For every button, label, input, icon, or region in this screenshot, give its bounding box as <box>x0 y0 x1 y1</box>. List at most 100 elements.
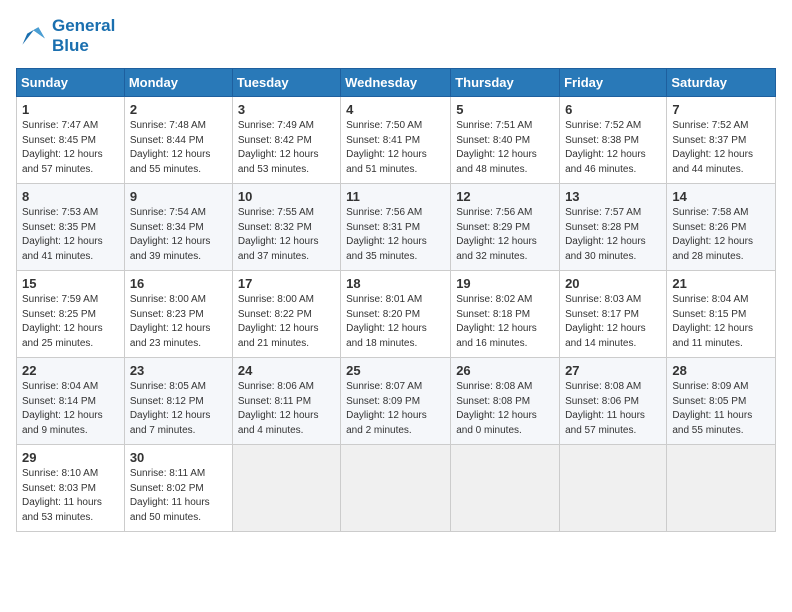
calendar-cell: 30 Sunrise: 8:11 AMSunset: 8:02 PMDaylig… <box>124 445 232 532</box>
calendar-cell: 22 Sunrise: 8:04 AMSunset: 8:14 PMDaylig… <box>17 358 125 445</box>
day-number: 17 <box>238 276 335 291</box>
day-number: 29 <box>22 450 119 465</box>
day-info: Sunrise: 7:53 AMSunset: 8:35 PMDaylight:… <box>22 207 103 262</box>
day-info: Sunrise: 8:10 AMSunset: 8:03 PMDaylight:… <box>22 468 102 523</box>
day-info: Sunrise: 8:02 AMSunset: 8:18 PMDaylight:… <box>456 294 537 349</box>
day-number: 9 <box>130 189 227 204</box>
day-info: Sunrise: 7:55 AMSunset: 8:32 PMDaylight:… <box>238 207 319 262</box>
calendar-cell: 21 Sunrise: 8:04 AMSunset: 8:15 PMDaylig… <box>667 271 776 358</box>
day-info: Sunrise: 8:04 AMSunset: 8:14 PMDaylight:… <box>22 381 103 436</box>
day-number: 21 <box>672 276 770 291</box>
day-info: Sunrise: 7:50 AMSunset: 8:41 PMDaylight:… <box>346 120 427 175</box>
calendar-cell: 23 Sunrise: 8:05 AMSunset: 8:12 PMDaylig… <box>124 358 232 445</box>
day-info: Sunrise: 8:01 AMSunset: 8:20 PMDaylight:… <box>346 294 427 349</box>
day-number: 1 <box>22 102 119 117</box>
calendar-week-row: 1 Sunrise: 7:47 AMSunset: 8:45 PMDayligh… <box>17 97 776 184</box>
day-info: Sunrise: 7:58 AMSunset: 8:26 PMDaylight:… <box>672 207 753 262</box>
calendar-week-row: 8 Sunrise: 7:53 AMSunset: 8:35 PMDayligh… <box>17 184 776 271</box>
calendar-cell: 14 Sunrise: 7:58 AMSunset: 8:26 PMDaylig… <box>667 184 776 271</box>
day-number: 5 <box>456 102 554 117</box>
day-info: Sunrise: 8:06 AMSunset: 8:11 PMDaylight:… <box>238 381 319 436</box>
day-info: Sunrise: 7:59 AMSunset: 8:25 PMDaylight:… <box>22 294 103 349</box>
day-number: 26 <box>456 363 554 378</box>
day-info: Sunrise: 8:08 AMSunset: 8:06 PMDaylight:… <box>565 381 645 436</box>
day-info: Sunrise: 7:51 AMSunset: 8:40 PMDaylight:… <box>456 120 537 175</box>
day-number: 15 <box>22 276 119 291</box>
calendar-cell: 8 Sunrise: 7:53 AMSunset: 8:35 PMDayligh… <box>17 184 125 271</box>
calendar-weekday-header: Monday <box>124 69 232 97</box>
day-number: 25 <box>346 363 445 378</box>
calendar-cell: 15 Sunrise: 7:59 AMSunset: 8:25 PMDaylig… <box>17 271 125 358</box>
day-info: Sunrise: 8:03 AMSunset: 8:17 PMDaylight:… <box>565 294 646 349</box>
calendar-cell: 7 Sunrise: 7:52 AMSunset: 8:37 PMDayligh… <box>667 97 776 184</box>
calendar-cell: 11 Sunrise: 7:56 AMSunset: 8:31 PMDaylig… <box>341 184 451 271</box>
calendar-cell <box>560 445 667 532</box>
calendar-header-row: SundayMondayTuesdayWednesdayThursdayFrid… <box>17 69 776 97</box>
calendar-cell: 18 Sunrise: 8:01 AMSunset: 8:20 PMDaylig… <box>341 271 451 358</box>
day-info: Sunrise: 8:08 AMSunset: 8:08 PMDaylight:… <box>456 381 537 436</box>
calendar-cell: 28 Sunrise: 8:09 AMSunset: 8:05 PMDaylig… <box>667 358 776 445</box>
day-number: 8 <box>22 189 119 204</box>
calendar-cell: 9 Sunrise: 7:54 AMSunset: 8:34 PMDayligh… <box>124 184 232 271</box>
calendar-cell: 26 Sunrise: 8:08 AMSunset: 8:08 PMDaylig… <box>451 358 560 445</box>
calendar-cell: 29 Sunrise: 8:10 AMSunset: 8:03 PMDaylig… <box>17 445 125 532</box>
calendar-cell: 24 Sunrise: 8:06 AMSunset: 8:11 PMDaylig… <box>232 358 340 445</box>
calendar-cell <box>232 445 340 532</box>
day-number: 4 <box>346 102 445 117</box>
day-info: Sunrise: 7:56 AMSunset: 8:29 PMDaylight:… <box>456 207 537 262</box>
calendar-cell <box>667 445 776 532</box>
calendar-cell: 16 Sunrise: 8:00 AMSunset: 8:23 PMDaylig… <box>124 271 232 358</box>
calendar-week-row: 15 Sunrise: 7:59 AMSunset: 8:25 PMDaylig… <box>17 271 776 358</box>
calendar-cell: 6 Sunrise: 7:52 AMSunset: 8:38 PMDayligh… <box>560 97 667 184</box>
day-number: 11 <box>346 189 445 204</box>
day-info: Sunrise: 7:48 AMSunset: 8:44 PMDaylight:… <box>130 120 211 175</box>
day-info: Sunrise: 7:49 AMSunset: 8:42 PMDaylight:… <box>238 120 319 175</box>
day-info: Sunrise: 7:52 AMSunset: 8:38 PMDaylight:… <box>565 120 646 175</box>
calendar-cell: 1 Sunrise: 7:47 AMSunset: 8:45 PMDayligh… <box>17 97 125 184</box>
calendar-cell: 13 Sunrise: 7:57 AMSunset: 8:28 PMDaylig… <box>560 184 667 271</box>
day-info: Sunrise: 8:11 AMSunset: 8:02 PMDaylight:… <box>130 468 210 523</box>
calendar-cell: 25 Sunrise: 8:07 AMSunset: 8:09 PMDaylig… <box>341 358 451 445</box>
calendar-cell: 17 Sunrise: 8:00 AMSunset: 8:22 PMDaylig… <box>232 271 340 358</box>
day-info: Sunrise: 8:09 AMSunset: 8:05 PMDaylight:… <box>672 381 752 436</box>
day-number: 14 <box>672 189 770 204</box>
calendar-cell: 12 Sunrise: 7:56 AMSunset: 8:29 PMDaylig… <box>451 184 560 271</box>
day-info: Sunrise: 8:05 AMSunset: 8:12 PMDaylight:… <box>130 381 211 436</box>
calendar-weekday-header: Wednesday <box>341 69 451 97</box>
day-number: 2 <box>130 102 227 117</box>
day-number: 13 <box>565 189 661 204</box>
logo-icon <box>16 22 48 50</box>
calendar-cell <box>451 445 560 532</box>
calendar-week-row: 22 Sunrise: 8:04 AMSunset: 8:14 PMDaylig… <box>17 358 776 445</box>
day-number: 6 <box>565 102 661 117</box>
day-info: Sunrise: 7:54 AMSunset: 8:34 PMDaylight:… <box>130 207 211 262</box>
calendar-weekday-header: Thursday <box>451 69 560 97</box>
day-number: 20 <box>565 276 661 291</box>
day-number: 12 <box>456 189 554 204</box>
day-info: Sunrise: 8:00 AMSunset: 8:23 PMDaylight:… <box>130 294 211 349</box>
calendar-weekday-header: Tuesday <box>232 69 340 97</box>
calendar-weekday-header: Saturday <box>667 69 776 97</box>
day-number: 30 <box>130 450 227 465</box>
day-info: Sunrise: 7:56 AMSunset: 8:31 PMDaylight:… <box>346 207 427 262</box>
day-number: 10 <box>238 189 335 204</box>
calendar-cell: 5 Sunrise: 7:51 AMSunset: 8:40 PMDayligh… <box>451 97 560 184</box>
day-info: Sunrise: 7:57 AMSunset: 8:28 PMDaylight:… <box>565 207 646 262</box>
day-number: 7 <box>672 102 770 117</box>
day-number: 22 <box>22 363 119 378</box>
calendar-cell: 3 Sunrise: 7:49 AMSunset: 8:42 PMDayligh… <box>232 97 340 184</box>
calendar-cell: 19 Sunrise: 8:02 AMSunset: 8:18 PMDaylig… <box>451 271 560 358</box>
day-number: 28 <box>672 363 770 378</box>
day-info: Sunrise: 8:04 AMSunset: 8:15 PMDaylight:… <box>672 294 753 349</box>
calendar-cell: 27 Sunrise: 8:08 AMSunset: 8:06 PMDaylig… <box>560 358 667 445</box>
logo: General Blue <box>16 16 115 56</box>
calendar-weekday-header: Sunday <box>17 69 125 97</box>
calendar-cell: 10 Sunrise: 7:55 AMSunset: 8:32 PMDaylig… <box>232 184 340 271</box>
day-info: Sunrise: 7:47 AMSunset: 8:45 PMDaylight:… <box>22 120 103 175</box>
page-header: General Blue <box>16 16 776 56</box>
logo-text: General Blue <box>52 16 115 56</box>
calendar-week-row: 29 Sunrise: 8:10 AMSunset: 8:03 PMDaylig… <box>17 445 776 532</box>
day-number: 19 <box>456 276 554 291</box>
day-number: 23 <box>130 363 227 378</box>
calendar-cell <box>341 445 451 532</box>
